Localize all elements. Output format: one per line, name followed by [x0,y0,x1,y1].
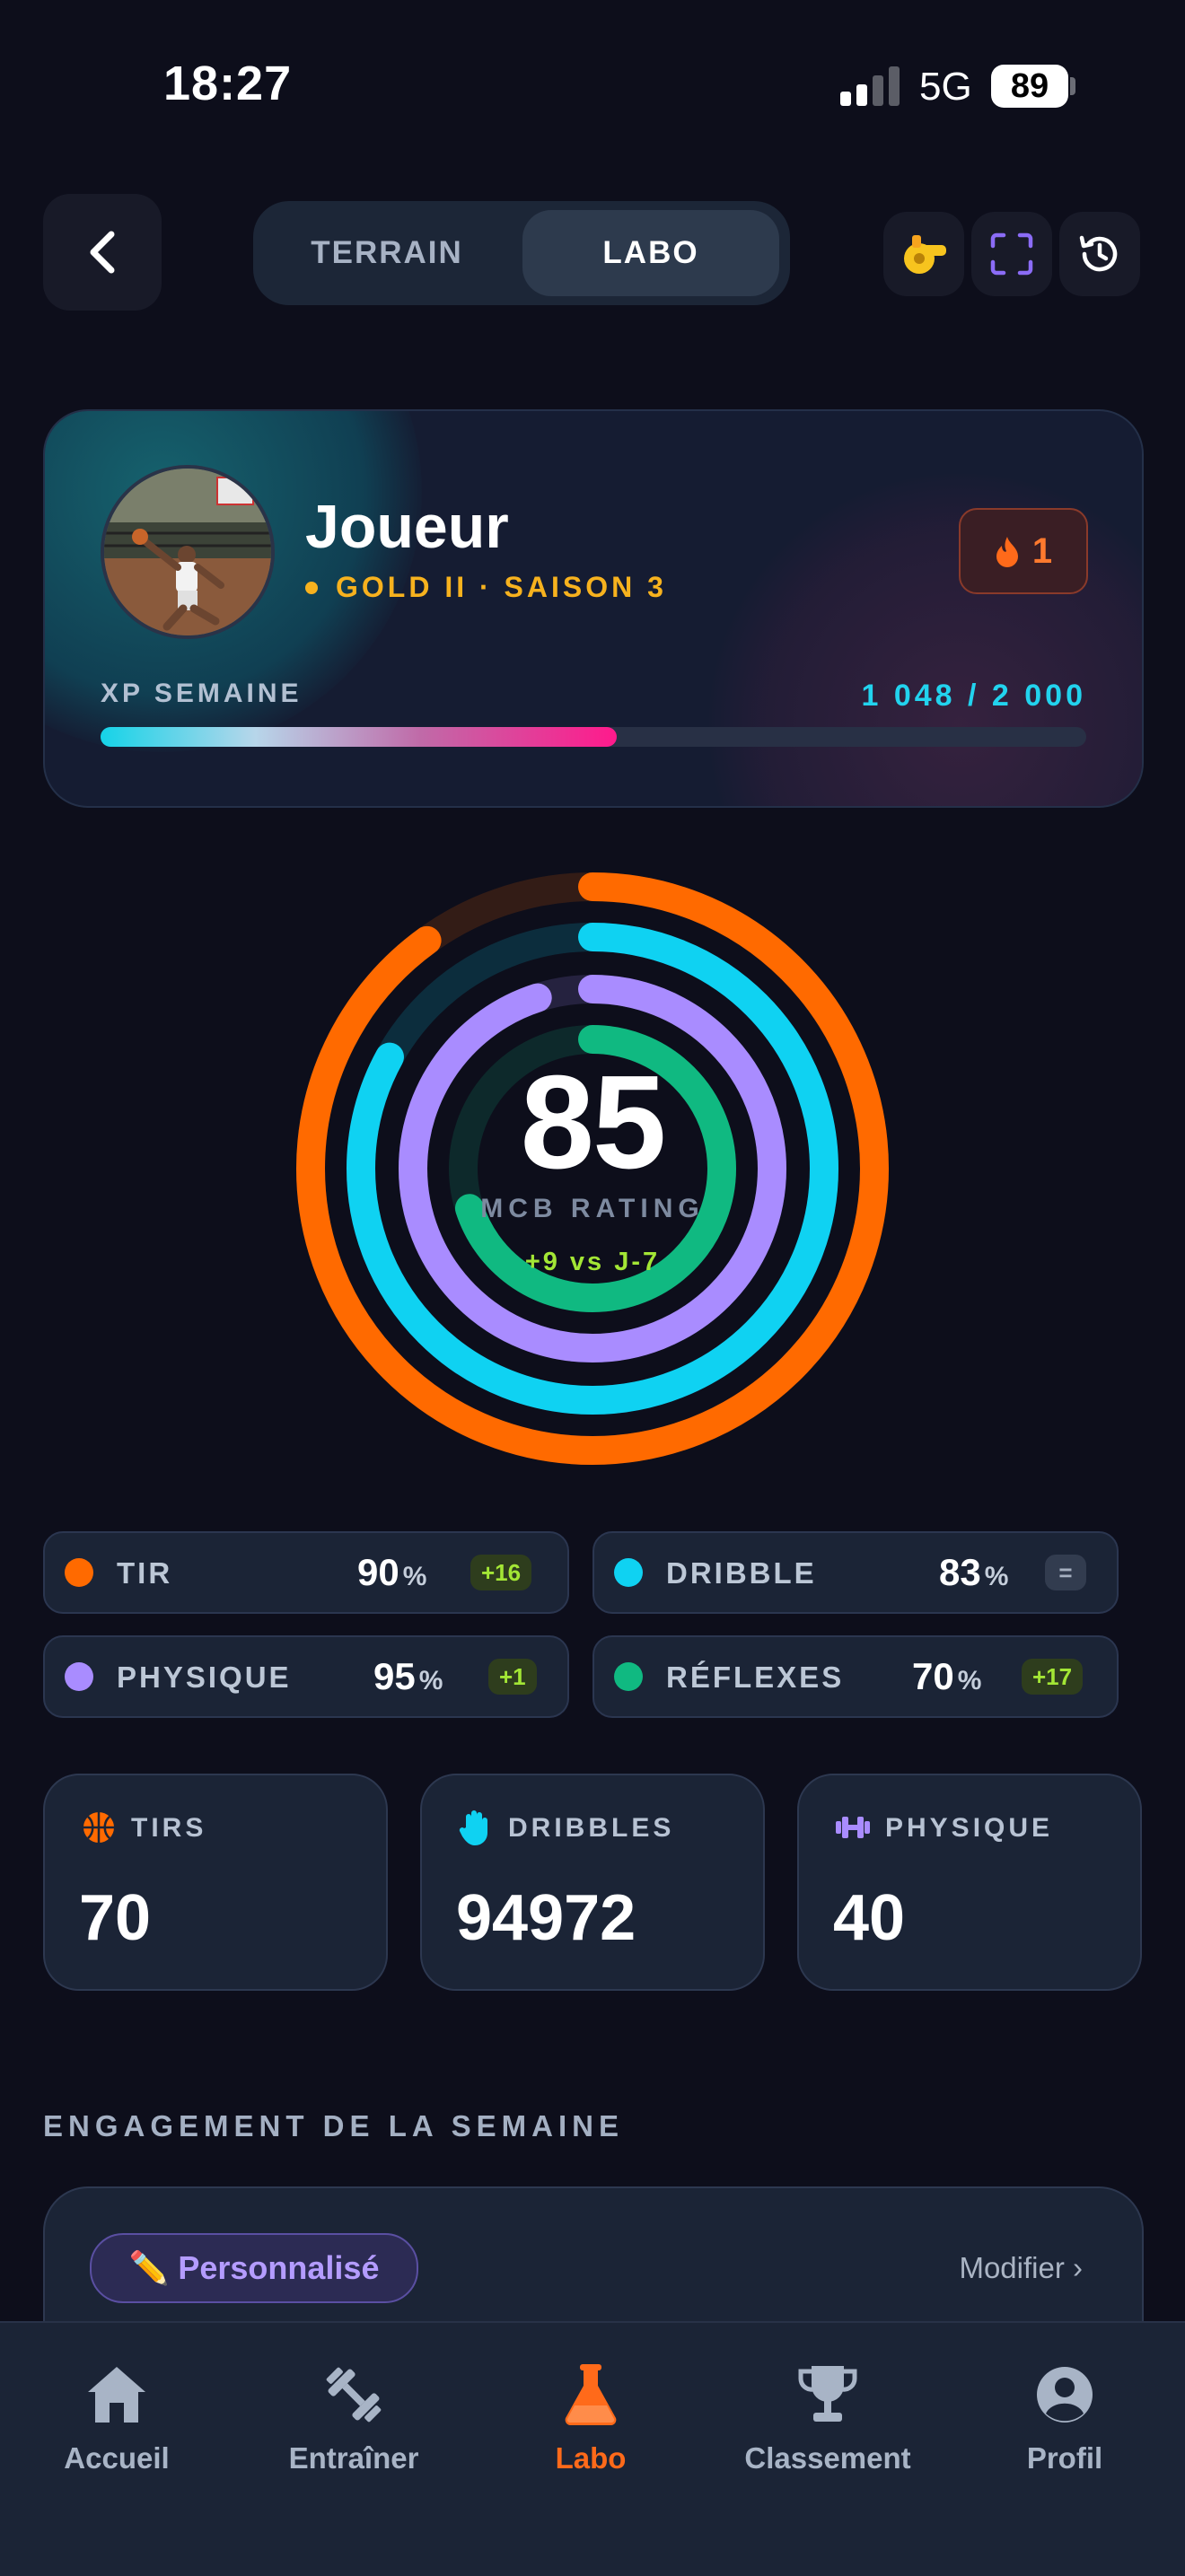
tab-label: Labo [555,2441,627,2475]
streak-badge[interactable]: 1 [959,508,1088,594]
stat-value: 90% [357,1551,427,1593]
xp-progress-bar [101,727,1086,747]
stat-pill-tir[interactable]: TIR 90% +16 [43,1531,569,1614]
player-rank: GOLD II · SAISON 3 [336,571,667,603]
dribble-dot [614,1558,643,1587]
player-photo [104,469,271,635]
mode-switch: TERRAIN LABO [253,201,790,305]
signal-icon [840,66,900,106]
scan-button[interactable] [971,212,1052,296]
status-time: 18:27 [163,57,293,110]
stat-delta-badge: = [1045,1555,1086,1590]
trophy-icon [711,2359,944,2431]
bottom-tab-bar: Accueil Entraîner Labo Classement Profil [0,2321,1185,2576]
metric-value: 70 [79,1882,152,1954]
battery-icon: 89 [991,65,1068,108]
tab-profil[interactable]: Profil [948,2359,1181,2475]
rating-label: MCB RATING [480,1194,705,1223]
stat-value: 95% [373,1655,443,1697]
battery-tip [1070,77,1075,95]
metric-value: 40 [833,1882,906,1954]
xp-value: 1 048 / 2 000 [861,679,1086,713]
tab-label: Entraîner [288,2441,419,2475]
back-button[interactable] [43,194,162,311]
metric-title: TIRS [131,1813,207,1843]
home-icon [0,2359,233,2431]
flame-icon [996,537,1018,567]
tab-classement[interactable]: Classement [711,2359,944,2475]
history-button[interactable] [1059,212,1140,296]
modify-link[interactable]: Modifier › [959,2251,1083,2285]
tab-label: Classement [744,2441,911,2475]
stat-delta-badge: +16 [470,1555,532,1590]
xp-label: XP SEMAINE [101,679,303,708]
flask-icon [474,2359,707,2431]
rating-delta: +9 vs J-7 [524,1248,661,1276]
scan-frame-icon [990,232,1033,276]
tab-terrain[interactable]: TERRAIN [266,210,508,296]
stat-name: RÉFLEXES [666,1660,845,1694]
metric-card-tirs[interactable]: TIRS 70 [43,1774,388,1991]
tab-label: Accueil [64,2441,170,2475]
dumbbell-icon [833,1808,873,1847]
metric-card-dribbles[interactable]: DRIBBLES 94972 [420,1774,765,1991]
avatar[interactable] [101,465,275,639]
stat-delta-badge: +1 [488,1659,537,1695]
basketball-icon [79,1808,118,1847]
streak-count: 1 [1031,530,1053,571]
stat-pill-dribble[interactable]: DRIBBLE 83% = [592,1531,1119,1614]
reflexes-dot [614,1662,643,1691]
stat-name: TIR [117,1556,173,1590]
network-label: 5G [919,65,972,109]
metric-title: DRIBBLES [508,1813,675,1843]
history-icon [1079,235,1118,272]
xp-progress-fill [101,727,618,747]
pencil-icon: ✏️ [128,2249,170,2286]
whistle-icon [904,235,946,274]
rank-dot [305,582,318,594]
tab-label: Profil [1026,2441,1103,2475]
rating-value: 85 [520,1048,667,1196]
engagement-tag-label: Personnalisé [178,2249,380,2286]
stat-value: 83% [939,1551,1009,1593]
stat-pill-physique[interactable]: PHYSIQUE 95% +1 [43,1635,569,1718]
tab-accueil[interactable]: Accueil [0,2359,233,2475]
coach-button[interactable] [883,212,964,296]
metric-title: PHYSIQUE [885,1813,1054,1843]
tir-dot [65,1558,93,1587]
stat-value: 70% [912,1655,982,1697]
player-name: Joueur [305,493,509,561]
stat-name: PHYSIQUE [117,1660,292,1694]
dumbbell-icon [237,2359,470,2431]
player-card[interactable]: Joueur GOLD II · SAISON 3 1 XP SEMAINE 1… [43,409,1144,808]
stat-name: DRIBBLE [666,1556,817,1590]
stat-pill-reflexes[interactable]: RÉFLEXES 70% +17 [592,1635,1119,1718]
metric-card-physique[interactable]: PHYSIQUE 40 [797,1774,1142,1991]
tab-entrainer[interactable]: Entraîner [237,2359,470,2475]
stat-delta-badge: +17 [1022,1659,1084,1695]
profile-icon [948,2359,1181,2431]
metric-value: 94972 [456,1882,636,1954]
hand-icon [456,1808,496,1847]
tab-labo[interactable]: Labo [474,2359,707,2475]
physique-dot [65,1662,93,1691]
tab-labo[interactable]: LABO [522,210,779,296]
engagement-section-title: ENGAGEMENT DE LA SEMAINE [43,2109,624,2142]
chevron-left-icon [90,231,115,274]
engagement-mode-tag[interactable]: ✏️ Personnalisé [90,2233,418,2303]
